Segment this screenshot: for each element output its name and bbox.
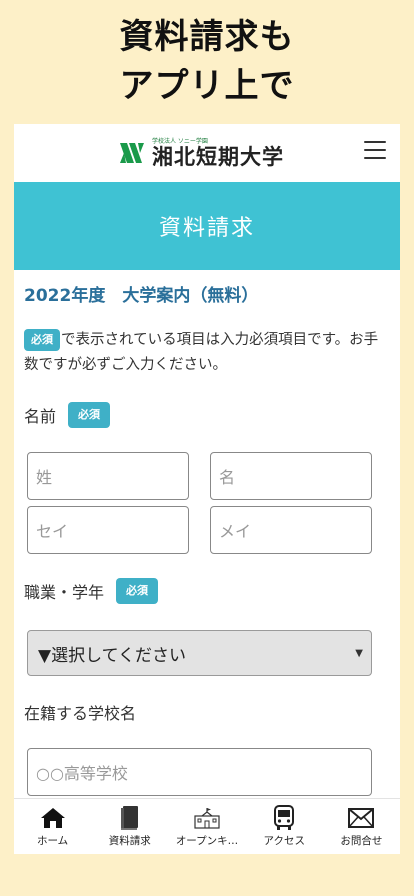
tab-home[interactable]: ホーム: [14, 799, 91, 854]
school-label: 在籍する学校名: [24, 704, 137, 723]
logo-mark-icon: [120, 143, 144, 163]
section-title: 2022年度 大学案内（無料）: [24, 286, 259, 306]
app-header: 学校法人 ソニー学園 湘北短期大学: [14, 124, 400, 182]
school-building-icon: [193, 805, 221, 831]
occupation-select-value: ▼選択してください: [38, 645, 187, 666]
school-name-placeholder: ○○高等学校: [36, 764, 128, 783]
tab-contact-label: お問合せ: [340, 835, 383, 847]
logo-text: 学校法人 ソニー学園 湘北短期大学: [152, 138, 284, 169]
college-logo[interactable]: 学校法人 ソニー学園 湘北短期大学: [118, 138, 284, 169]
book-icon: [116, 805, 144, 831]
logo-title: 湘北短期大学: [152, 144, 284, 169]
required-badge: 必須: [116, 578, 159, 604]
tab-brochure-label: 資料請求: [108, 835, 151, 847]
occupation-select[interactable]: ▼選択してください ▼: [27, 630, 372, 676]
first-name-kana-placeholder: メイ: [219, 522, 252, 541]
promo-line-2: アプリ上で: [119, 66, 295, 106]
school-name-input[interactable]: ○○高等学校: [27, 748, 372, 796]
tab-brochure[interactable]: 資料請求: [91, 799, 168, 854]
first-name-placeholder: 名: [219, 468, 236, 487]
tab-access[interactable]: アクセス: [246, 799, 323, 854]
tab-access-label: アクセス: [263, 835, 305, 847]
mail-icon: [347, 805, 375, 831]
hamburger-icon[interactable]: [364, 141, 386, 159]
promo-banner: 資料請求も アプリ上で: [0, 0, 414, 122]
tab-open-campus-label: オープンキ…: [175, 835, 239, 847]
request-form: 2022年度 大学案内（無料） 必須 で表示されている項目は入力必須項目です。お手…: [14, 284, 400, 796]
required-notice: 必須 で表示されている項目は入力必須項目です。お手数ですが必ずご入力ください。: [24, 328, 390, 378]
last-name-placeholder: 姓: [36, 468, 53, 487]
last-name-input[interactable]: 姓: [27, 452, 189, 500]
name-label-row: 名前 必須: [24, 402, 390, 428]
tab-home-label: ホーム: [37, 835, 69, 847]
tab-open-campus[interactable]: オープンキ…: [168, 799, 245, 854]
tab-contact[interactable]: お問合せ: [323, 799, 400, 854]
first-name-kana-input[interactable]: メイ: [210, 506, 372, 554]
name-fields: 姓 名 セイ メイ: [24, 452, 390, 554]
last-name-kana-placeholder: セイ: [36, 522, 69, 541]
first-name-input[interactable]: 名: [210, 452, 372, 500]
required-badge: 必須: [24, 329, 60, 351]
phone-screen: 学校法人 ソニー学園 湘北短期大学 資料請求 2022年度 大学案内（無料） 必…: [14, 124, 400, 854]
required-badge: 必須: [68, 402, 111, 428]
bus-icon: [270, 805, 298, 831]
occupation-label: 職業・学年: [24, 583, 105, 602]
page-title: 資料請求: [158, 216, 255, 241]
home-icon: [39, 805, 67, 831]
page-hero: 資料請求: [14, 182, 400, 270]
name-label: 名前: [24, 407, 57, 426]
bottom-tab-bar: ホーム 資料請求 オープンキ… アクセス お問合せ: [14, 798, 400, 854]
dropdown-caret-icon: ▼: [355, 647, 363, 659]
last-name-kana-input[interactable]: セイ: [27, 506, 189, 554]
notice-text: で表示されている項目は入力必須項目です。お手数ですが必ずご入力ください。: [24, 332, 379, 373]
promo-line-1: 資料請求も: [119, 17, 295, 57]
occupation-label-row: 職業・学年 必須: [24, 578, 390, 604]
